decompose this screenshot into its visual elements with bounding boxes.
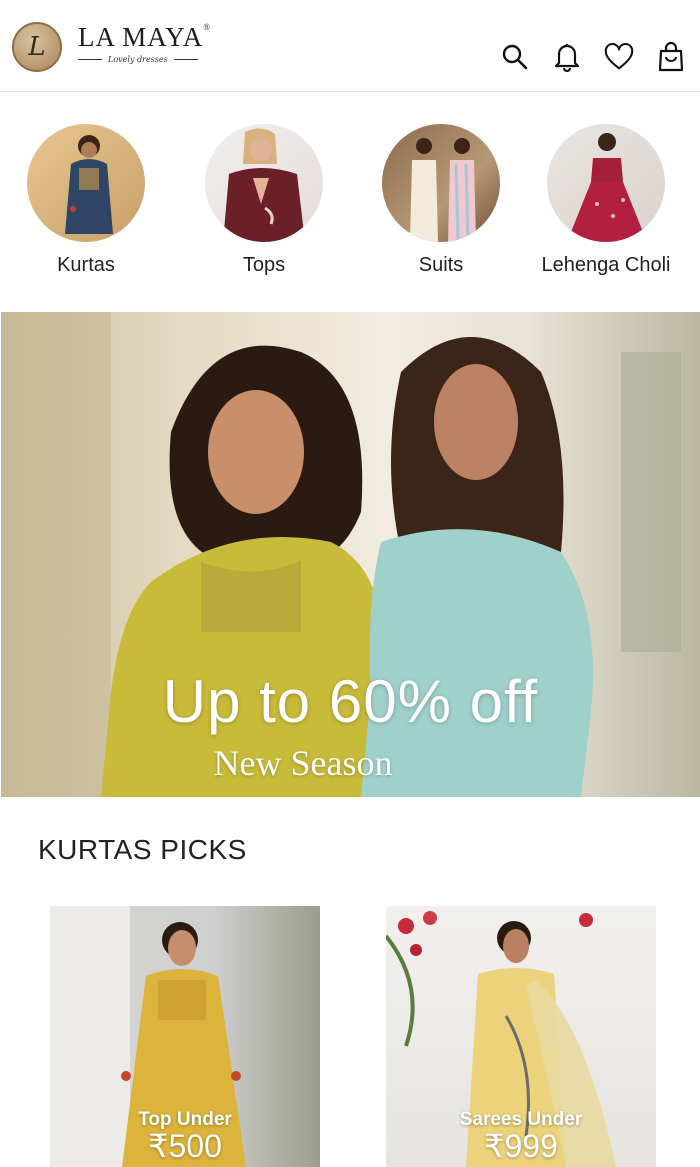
category-image [547, 124, 665, 242]
header-actions [500, 40, 686, 74]
banner-subtitle: New Season [213, 743, 393, 783]
category-image [382, 124, 500, 242]
category-label: Lehenga Choli [541, 254, 671, 276]
brand-tagline-row: Lovely dresses [78, 55, 218, 64]
section-title: KURTAS PICKS [38, 834, 247, 865]
brand-registered-mark: ® [203, 22, 212, 32]
promo-banner[interactable]: Up to 60% off New Season [1, 312, 700, 797]
banner-title: Up to 60% off [162, 668, 539, 735]
category-image [27, 124, 145, 242]
heart-icon[interactable] [604, 40, 634, 74]
category-kurtas[interactable]: Kurtas [1, 124, 171, 277]
product-price: ₹500 [148, 1128, 222, 1164]
category-suits[interactable]: Suits [356, 124, 526, 277]
category-label: Tops [242, 254, 286, 276]
search-icon[interactable] [500, 40, 530, 74]
brand-logo[interactable]: L [12, 22, 62, 72]
category-label: Kurtas [57, 254, 115, 276]
bell-icon[interactable] [552, 40, 582, 74]
category-tops[interactable]: Tops [179, 124, 349, 277]
shopping-bag-icon[interactable] [656, 40, 686, 74]
brand[interactable]: LA MAYA® Lovely dresses [78, 22, 218, 64]
category-label: Suits [418, 254, 464, 276]
app-header: L LA MAYA® Lovely dresses [0, 0, 700, 92]
category-lehenga-choli[interactable]: Lehenga Choli [521, 124, 691, 277]
category-image [205, 124, 323, 242]
product-card[interactable]: Top Under ₹500 [50, 906, 320, 1167]
brand-name: LA MAYA [78, 22, 204, 52]
product-price: ₹999 [484, 1128, 558, 1164]
product-card[interactable]: Sarees Under ₹999 [386, 906, 656, 1167]
brand-tagline: Lovely dresses [108, 55, 168, 64]
category-strip: Kurtas Tops Suits Lehenga Choli [0, 124, 700, 284]
